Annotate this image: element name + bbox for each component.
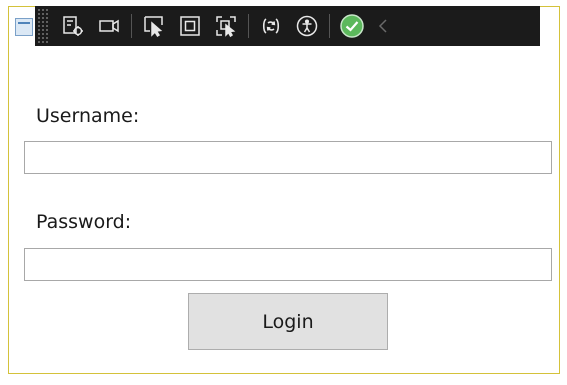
toolbar-separator <box>248 14 249 38</box>
display-layout-adorners-icon[interactable] <box>172 8 208 44</box>
toolbar-drag-grip[interactable] <box>37 8 49 44</box>
track-focused-element-icon[interactable] <box>208 8 244 44</box>
record-icon[interactable] <box>91 8 127 44</box>
status-ok-icon[interactable] <box>334 8 370 44</box>
toolbar-separator <box>131 14 132 38</box>
login-button[interactable]: Login <box>188 293 388 350</box>
hot-reload-icon[interactable] <box>253 8 289 44</box>
select-element-icon[interactable] <box>136 8 172 44</box>
username-input[interactable] <box>24 141 552 174</box>
password-input[interactable] <box>24 248 552 281</box>
accessibility-checker-icon[interactable] <box>289 8 325 44</box>
username-label: Username: <box>36 105 140 127</box>
runtime-tools-toolbar <box>35 6 540 46</box>
window-app-icon <box>15 18 33 36</box>
password-label: Password: <box>36 211 132 233</box>
live-visual-tree-icon[interactable] <box>55 8 91 44</box>
collapse-chevron-icon[interactable] <box>370 8 396 44</box>
toolbar-separator <box>329 14 330 38</box>
